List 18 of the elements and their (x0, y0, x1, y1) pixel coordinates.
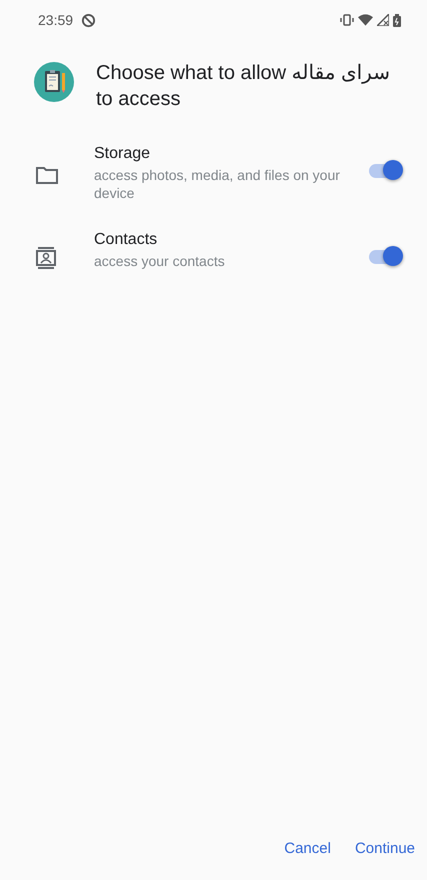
app-icon (34, 62, 74, 102)
permission-name: Storage (94, 144, 152, 164)
dialog-button[interactable]: Cancel (280, 832, 335, 866)
folder-icon (36, 166, 58, 184)
toggle-switch[interactable] (367, 246, 403, 266)
dialog-title: Choose what to allow سرای مقاله to access (96, 61, 391, 112)
vibrate-icon (340, 14, 354, 26)
data-saver-icon (81, 12, 96, 28)
contacts-icon (36, 247, 56, 270)
signal-icon (377, 14, 389, 26)
toggle-switch[interactable] (367, 160, 403, 180)
permission-name: Contacts (94, 230, 158, 250)
permission-description: access your contacts (94, 252, 226, 271)
wifi-icon (358, 14, 373, 26)
status-time: 23:59 (38, 10, 74, 30)
dialog-button[interactable]: Continue (350, 832, 419, 866)
battery-icon (393, 14, 401, 26)
permission-description: access photos, media, and files on your device (94, 166, 341, 202)
